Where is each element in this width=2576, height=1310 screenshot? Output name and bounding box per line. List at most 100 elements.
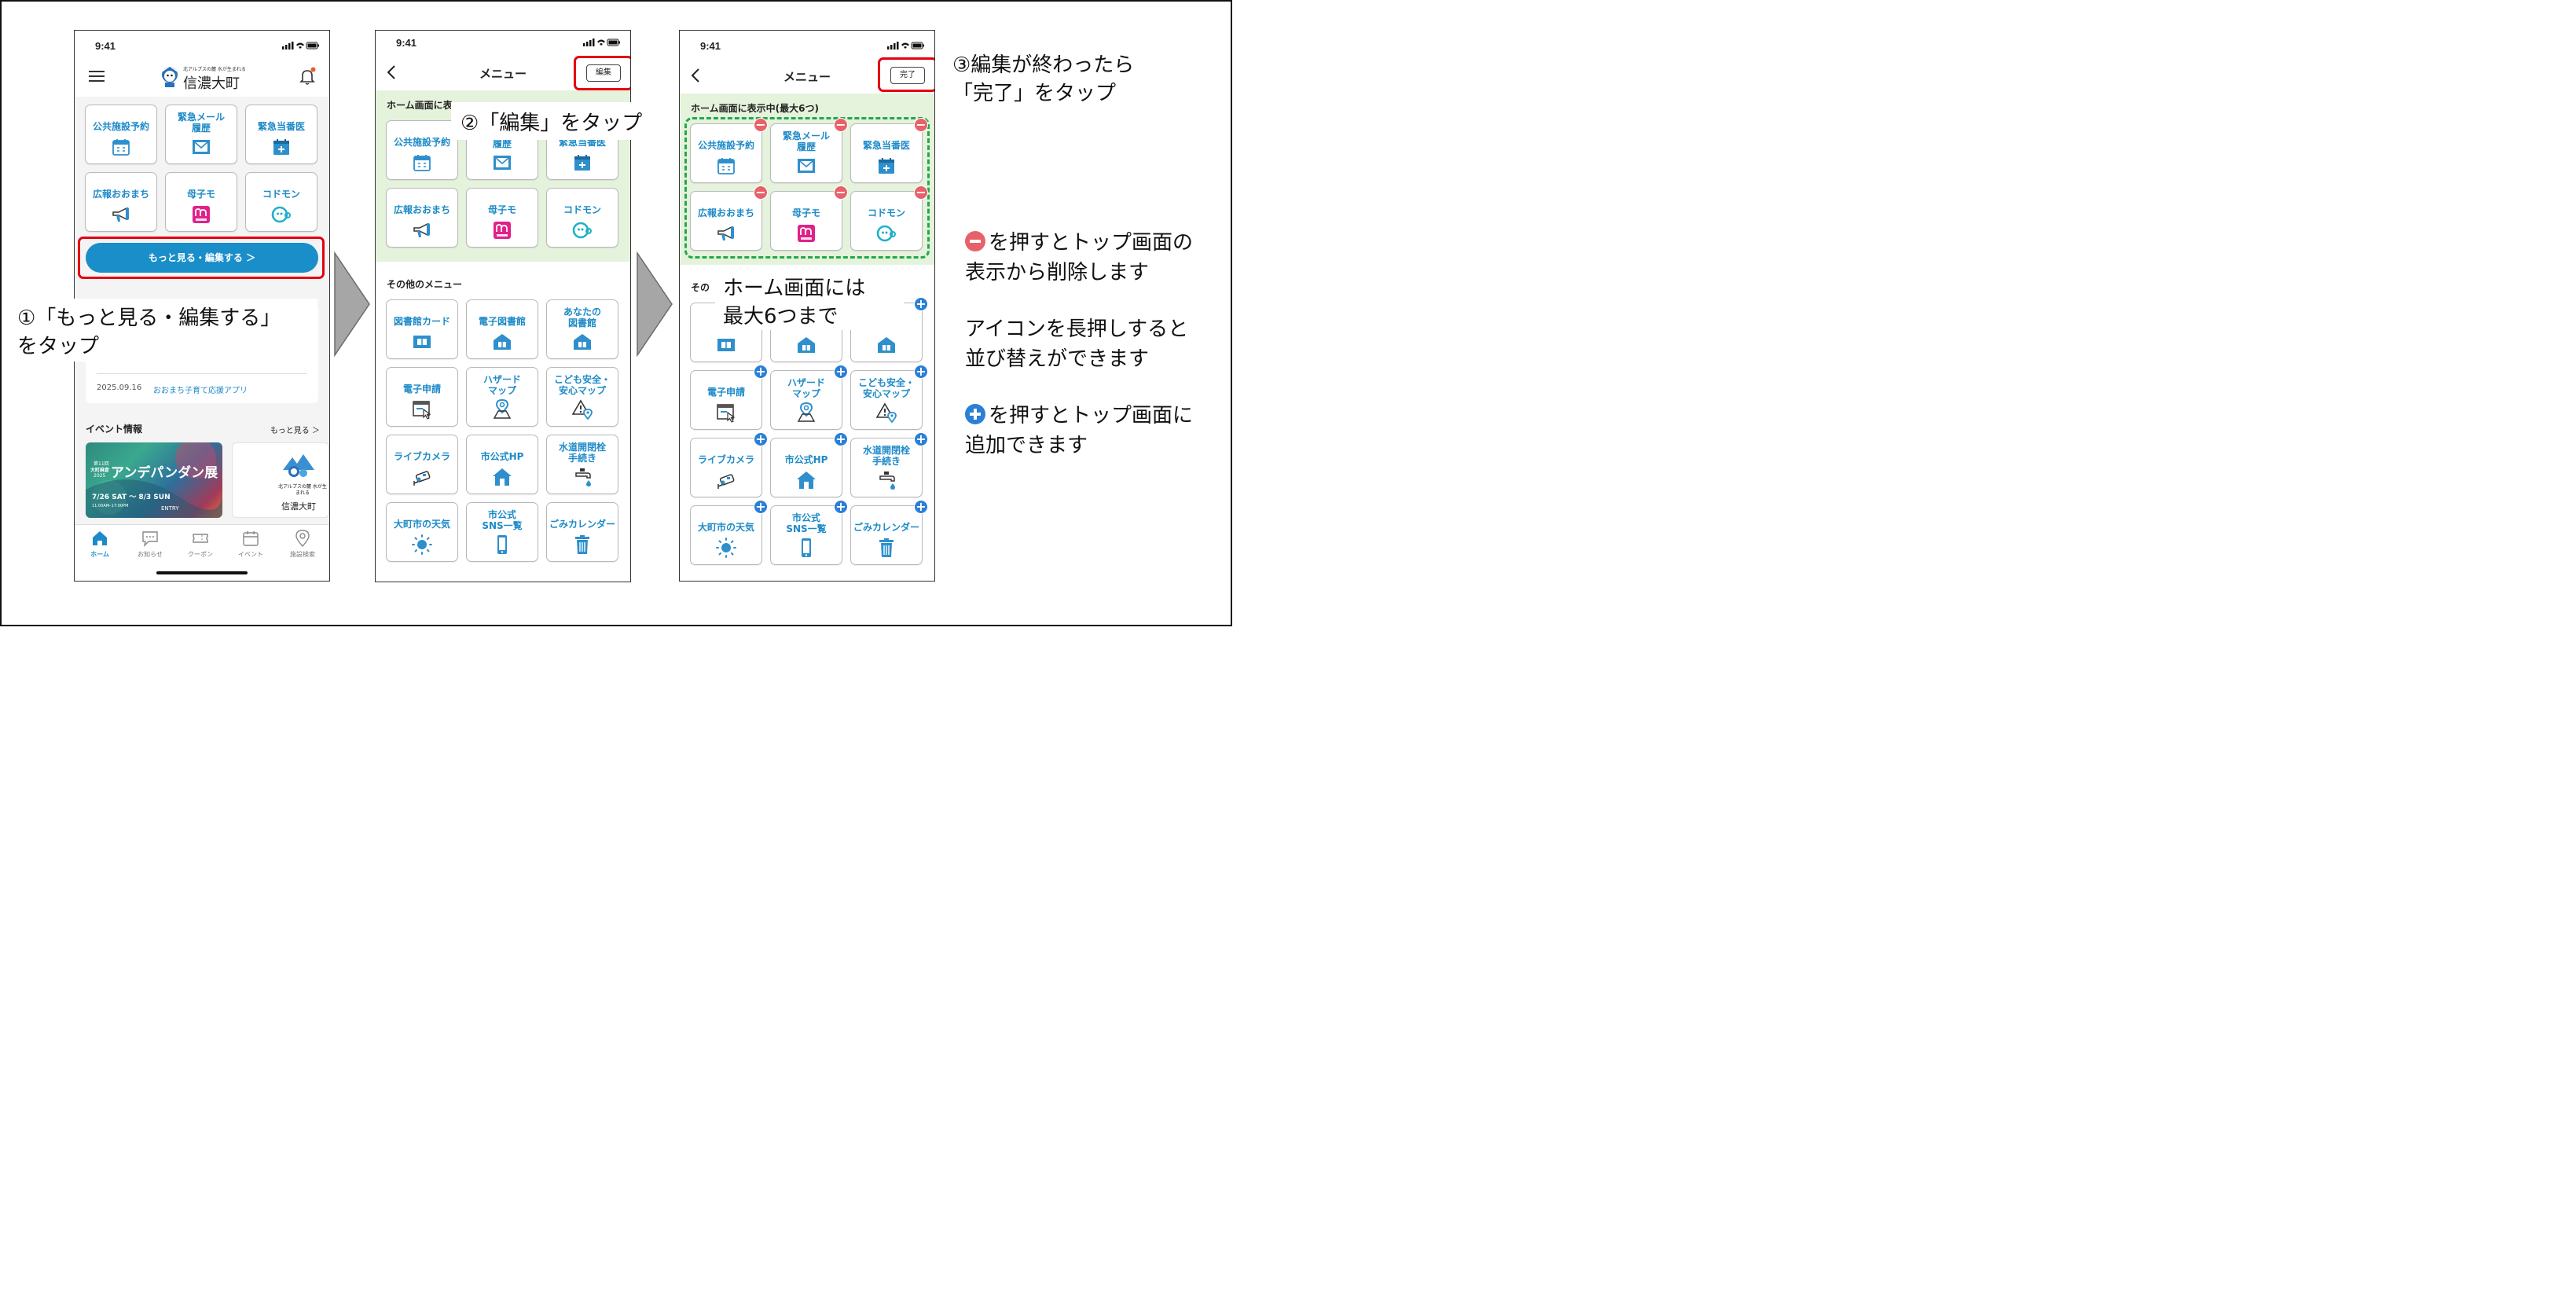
mascot-icon [161,65,178,87]
status-bar: 9:41 [680,31,934,56]
menu-tile[interactable]: ライブカメラ + [690,432,768,497]
add-badge-icon[interactable]: + [834,432,848,446]
menu-tile[interactable]: 広報おおまち − [690,185,768,251]
status-bar: 9:41 [75,31,329,56]
menu-tile[interactable]: 電子申請 [386,367,458,427]
home-shortcut-tile[interactable]: コドモン [245,172,317,232]
callout-step3: ③編集が終わったら 「完了」をタップ [948,47,1199,107]
events-heading: イベント情報 [86,424,143,435]
menu-tile[interactable]: こども安全・ 安心マップ [546,367,618,427]
menu-tile-label: 市公式 [487,509,516,520]
menu-tile-label: 大町市の天気 [393,519,450,530]
menu-tile[interactable]: ハザード マップ + [770,365,848,430]
menu-tile[interactable]: 母子モ − [770,185,848,251]
menu-tile[interactable]: こども安全・ 安心マップ + [850,365,928,430]
trash-icon [876,538,897,558]
menu-tile[interactable]: 市公式 SNS一覧 + [770,500,848,565]
calendar-icon [243,531,259,546]
home-shortcut-tile[interactable]: 緊急メール 履歴 [165,105,237,164]
bottom-tab-bar: ホーム お知らせ クーポン イベント 施設検索 [75,524,329,581]
status-bar: 9:41 [376,31,630,56]
home-shortcut-tile[interactable]: 広報おおまち [85,172,157,232]
add-badge-icon[interactable]: + [914,432,928,446]
callout-step1: ①「もっと見る・編集する」 をタップ [11,299,317,361]
news-title-link[interactable]: おおまち子育て応援アプリ [153,383,248,395]
menu-tile[interactable]: 市公式HP + [770,432,848,497]
menu-tile[interactable]: ハザード マップ [466,367,538,427]
menu-tile[interactable]: 母子モ [466,188,538,248]
home-shortcut-tile[interactable]: 公共施設予約 [85,105,157,164]
add-badge-icon[interactable]: + [914,365,928,379]
more-edit-button[interactable]: もっと見る・編集する ＞ [86,243,318,273]
menu-tile[interactable]: ごみカレンダー + [850,500,928,565]
menu-tile[interactable]: コドモン − [850,185,928,251]
add-badge-icon[interactable]: + [754,500,768,514]
instruction-plus-line2: 追加できます [965,434,1088,457]
library-icon [796,335,816,355]
callout-max-six-line2: 最大6つまで [723,305,838,328]
tab-home[interactable]: ホーム [76,530,123,559]
menu-tile[interactable]: 市公式 SNS一覧 [466,502,538,562]
remove-badge-icon[interactable]: − [914,185,928,200]
home-shortcut-tile[interactable]: 緊急当番医 [245,105,317,164]
add-badge-icon[interactable]: + [834,365,848,379]
tab-event[interactable]: イベント [227,530,274,559]
menu-tile[interactable]: 公共施設予約 − [690,118,768,183]
remove-badge-icon[interactable]: − [834,118,848,132]
warning-map-icon [572,399,593,420]
status-icons [583,39,621,46]
medical-calendar-icon [572,152,593,173]
home-shortcut-tile[interactable]: 母子モ [165,172,237,232]
add-badge-icon[interactable]: + [754,432,768,446]
map-pin-icon [295,530,310,547]
menu-tile[interactable]: 広報おおまち [386,188,458,248]
menu-tile[interactable]: あなたの 図書館 [546,299,618,359]
menu-tile[interactable]: 緊急メール 履歴 − [770,118,848,183]
menu-tile[interactable]: ごみカレンダー [546,502,618,562]
menu-tile[interactable]: 公共施設予約 [386,120,458,180]
menu-tile[interactable]: 市公式HP [466,435,538,494]
add-badge-icon[interactable]: + [754,365,768,379]
tab-news[interactable]: お知らせ [127,530,174,559]
remove-badge-icon[interactable]: − [914,118,928,132]
add-badge-icon[interactable]: + [914,500,928,514]
remove-badge-icon[interactable]: − [834,185,848,200]
add-badge-icon[interactable]: + [914,297,928,311]
menu-tile[interactable]: 電子図書館 [466,299,538,359]
menu-tile-label: コドモン [867,207,905,218]
callout-step1-line2: をタップ [17,335,100,358]
menu-tile[interactable]: 電子申請 + [690,365,768,430]
tab-coupon[interactable]: クーポン [177,530,224,559]
city-banner-subtitle: 北アルプスの麓 水が生まれる [278,484,327,496]
remove-badge-icon[interactable]: − [754,118,768,132]
menu-tile[interactable]: 大町市の天気 + [690,500,768,565]
add-badge-icon[interactable]: + [834,500,848,514]
events-more-link[interactable]: もっと見る ＞ [270,424,320,435]
remove-badge-icon[interactable]: − [754,185,768,200]
menu-tile-label: ごみカレンダー [549,519,615,530]
menu-tile[interactable]: コドモン [546,188,618,248]
menu-tile-label-line2: 手続き [872,456,901,467]
menu-tile[interactable]: 水道開閉栓 手続き + [850,432,928,497]
city-banner[interactable]: 北アルプスの麓 水が生まれる 信濃大町 [232,442,329,518]
menu-tile-label: 市公式 [791,512,820,523]
home-shortcut-label: 緊急当番医 [257,121,305,132]
menu-tile[interactable]: ライブカメラ [386,435,458,494]
instruction-minus-line1: を押すとトップ画面の [989,231,1194,255]
menu-tile[interactable]: 大町市の天気 [386,502,458,562]
notification-bell-icon[interactable] [298,67,317,86]
tab-facility-search[interactable]: 施設検索 [279,530,326,559]
menu-tile-label: 母子モ [791,207,820,218]
callout-step2-text: ②「編集」をタップ [461,112,643,135]
menu-tile[interactable]: 図書館カード [386,299,458,359]
event-banner[interactable]: 第11回 大町麻倉 2025 アンデパンダン展 7/26 SAT ～ 8/3 S… [86,442,222,518]
menu-tile[interactable]: 水道開閉栓 手続き [546,435,618,494]
hamburger-icon[interactable] [89,70,105,83]
menu-tile-label: 公共施設予約 [697,140,754,151]
menu-tile[interactable]: 緊急当番医 − [850,118,928,183]
status-time: 9:41 [396,37,417,49]
menu-tile-label: ライブカメラ [393,451,450,462]
logo-title: 信濃大町 [183,75,240,92]
menu-tile-label: 水道開閉栓 [862,445,910,456]
smartphone-icon [796,538,816,558]
